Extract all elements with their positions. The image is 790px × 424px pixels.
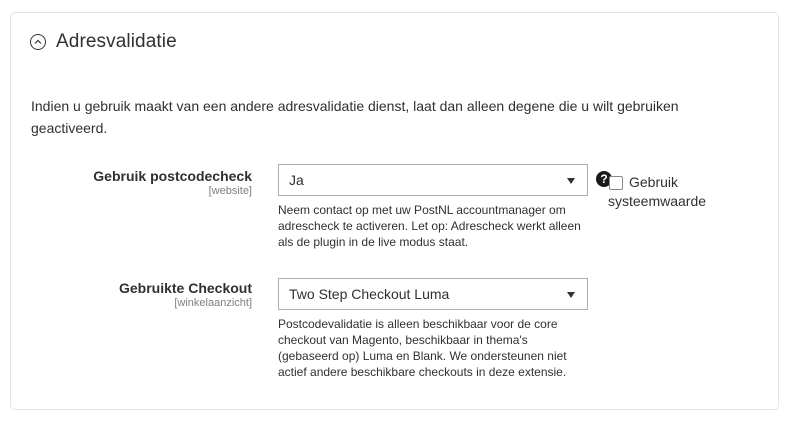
postcodecheck-scope: [website] — [208, 185, 252, 197]
adresvalidatie-panel: Adresvalidatie Indien u gebruik maakt va… — [10, 12, 779, 410]
section-header-toggle[interactable]: Adresvalidatie — [30, 31, 177, 53]
caret-down-icon — [567, 178, 575, 184]
chevron-up-circle-icon[interactable] — [30, 34, 46, 50]
use-system-value-label[interactable]: Gebruik systeemwaarde — [608, 173, 723, 211]
postcodecheck-select[interactable]: Ja — [278, 164, 588, 196]
section-title: Adresvalidatie — [56, 31, 177, 52]
checkout-selected-value: Two Step Checkout Luma — [289, 286, 450, 302]
postcodecheck-label-group: Gebruik postcodecheck [website] — [93, 167, 252, 198]
postcodecheck-selected-value: Ja — [289, 172, 304, 188]
postcodecheck-label: Gebruik postcodecheck — [93, 168, 252, 184]
checkout-note: Postcodevalidatie is alleen beschikbaar … — [278, 317, 567, 379]
checkout-label: Gebruikte Checkout — [118, 280, 252, 296]
checkout-select[interactable]: Two Step Checkout Luma — [278, 278, 588, 310]
checkout-label-group: Gebruikte Checkout [winkelaanzicht] — [119, 279, 252, 310]
section-intro-text: Indien u gebruik maakt van een andere ad… — [31, 98, 679, 136]
postcodecheck-note: Neem contact op met uw PostNL accountman… — [278, 203, 581, 249]
caret-down-icon — [567, 292, 575, 298]
checkout-scope: [winkelaanzicht] — [174, 297, 252, 309]
